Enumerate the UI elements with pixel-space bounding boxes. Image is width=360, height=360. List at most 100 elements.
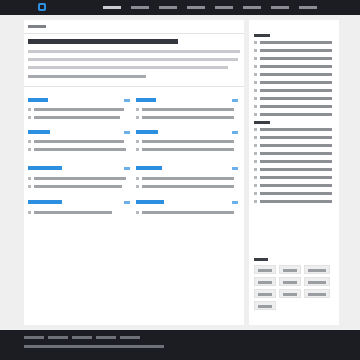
list-item-label bbox=[142, 211, 234, 214]
section-more-link[interactable] bbox=[124, 201, 130, 204]
site-header bbox=[0, 0, 360, 15]
list-item[interactable] bbox=[28, 108, 128, 111]
list-item[interactable] bbox=[136, 140, 236, 143]
bullet-icon bbox=[254, 144, 257, 147]
bullet-icon bbox=[254, 168, 257, 171]
nav-item-7[interactable] bbox=[271, 6, 289, 9]
sidebar-item[interactable] bbox=[254, 192, 334, 195]
section-more-link[interactable] bbox=[232, 201, 238, 204]
nav-item-3[interactable] bbox=[159, 6, 177, 9]
sidebar-item[interactable] bbox=[254, 152, 334, 155]
sidebar-item[interactable] bbox=[254, 41, 334, 44]
sidebar-block-title bbox=[254, 121, 270, 124]
sidebar-item[interactable] bbox=[254, 136, 334, 139]
sidebar-item-label bbox=[260, 176, 332, 179]
sidebar-item[interactable] bbox=[254, 144, 334, 147]
section-title bbox=[28, 130, 50, 134]
nav-item-2[interactable] bbox=[131, 6, 149, 9]
tag-label bbox=[308, 281, 326, 284]
sidebar-item[interactable] bbox=[254, 176, 334, 179]
sidebar-item[interactable] bbox=[254, 128, 334, 131]
sidebar-item[interactable] bbox=[254, 81, 334, 84]
sidebar-item[interactable] bbox=[254, 89, 334, 92]
bullet-icon bbox=[254, 81, 257, 84]
footer-copyright bbox=[24, 345, 164, 348]
site-logo[interactable] bbox=[38, 1, 76, 13]
section-more-link[interactable] bbox=[232, 131, 238, 134]
tag-label bbox=[258, 305, 272, 308]
bullet-icon bbox=[254, 152, 257, 155]
sidebar-item[interactable] bbox=[254, 57, 334, 60]
tag[interactable] bbox=[254, 265, 276, 274]
nav-item-8[interactable] bbox=[299, 6, 317, 9]
list-item[interactable] bbox=[28, 211, 128, 214]
footer-link[interactable] bbox=[96, 336, 116, 339]
bullet-icon bbox=[28, 177, 31, 180]
sidebar-item[interactable] bbox=[254, 105, 334, 108]
sidebar-item[interactable] bbox=[254, 49, 334, 52]
nav-item-4[interactable] bbox=[187, 6, 205, 9]
tag[interactable] bbox=[279, 289, 301, 298]
tag[interactable] bbox=[279, 265, 301, 274]
list-item[interactable] bbox=[28, 140, 128, 143]
list-item-label bbox=[34, 211, 112, 214]
bullet-icon bbox=[136, 185, 139, 188]
list-item[interactable] bbox=[28, 148, 128, 151]
tag[interactable] bbox=[254, 301, 276, 310]
list-item[interactable] bbox=[136, 148, 236, 151]
bullet-icon bbox=[254, 105, 257, 108]
bullet-icon bbox=[28, 185, 31, 188]
list-item[interactable] bbox=[136, 177, 236, 180]
section-more-link[interactable] bbox=[124, 167, 130, 170]
footer-link[interactable] bbox=[24, 336, 44, 339]
article-title bbox=[28, 39, 178, 44]
section-title bbox=[136, 130, 158, 134]
tag[interactable] bbox=[254, 289, 276, 298]
list-item[interactable] bbox=[28, 185, 128, 188]
breadcrumb[interactable] bbox=[28, 25, 46, 28]
sidebar-item[interactable] bbox=[254, 73, 334, 76]
section-more-link[interactable] bbox=[232, 167, 238, 170]
sidebar-item-label bbox=[260, 168, 332, 171]
sidebar-item-label bbox=[260, 200, 332, 203]
section-title bbox=[28, 98, 48, 102]
sidebar-item[interactable] bbox=[254, 184, 334, 187]
list-item[interactable] bbox=[28, 177, 128, 180]
list-item[interactable] bbox=[28, 116, 128, 119]
sidebar-item[interactable] bbox=[254, 97, 334, 100]
section-more-link[interactable] bbox=[124, 131, 130, 134]
nav-item-6[interactable] bbox=[243, 6, 261, 9]
sidebar-item[interactable] bbox=[254, 65, 334, 68]
tag[interactable] bbox=[279, 277, 301, 286]
tag[interactable] bbox=[304, 265, 330, 274]
sidebar-item[interactable] bbox=[254, 113, 334, 116]
sidebar-item-label bbox=[260, 57, 332, 60]
sidebar-item[interactable] bbox=[254, 200, 334, 203]
list-item[interactable] bbox=[136, 211, 236, 214]
sidebar-item-label bbox=[260, 128, 332, 131]
tag[interactable] bbox=[254, 277, 276, 286]
sidebar-item[interactable] bbox=[254, 160, 334, 163]
nav-item-1[interactable] bbox=[103, 6, 121, 9]
list-item[interactable] bbox=[136, 185, 236, 188]
footer-link[interactable] bbox=[48, 336, 68, 339]
list-item-label bbox=[34, 108, 124, 111]
list-item-label bbox=[142, 108, 234, 111]
list-item-label bbox=[142, 177, 234, 180]
list-item-label bbox=[34, 116, 120, 119]
list-item[interactable] bbox=[136, 116, 236, 119]
sidebar-item[interactable] bbox=[254, 168, 334, 171]
section-more-link[interactable] bbox=[124, 99, 130, 102]
section-more-link[interactable] bbox=[232, 99, 238, 102]
bullet-icon bbox=[28, 148, 31, 151]
footer-link[interactable] bbox=[72, 336, 92, 339]
tag[interactable] bbox=[304, 277, 330, 286]
bullet-icon bbox=[28, 108, 31, 111]
bullet-icon bbox=[254, 176, 257, 179]
tag-label bbox=[283, 281, 297, 284]
nav-item-5[interactable] bbox=[215, 6, 233, 9]
bullet-icon bbox=[136, 108, 139, 111]
footer-link[interactable] bbox=[120, 336, 140, 339]
list-item[interactable] bbox=[136, 108, 236, 111]
tag[interactable] bbox=[304, 289, 330, 298]
